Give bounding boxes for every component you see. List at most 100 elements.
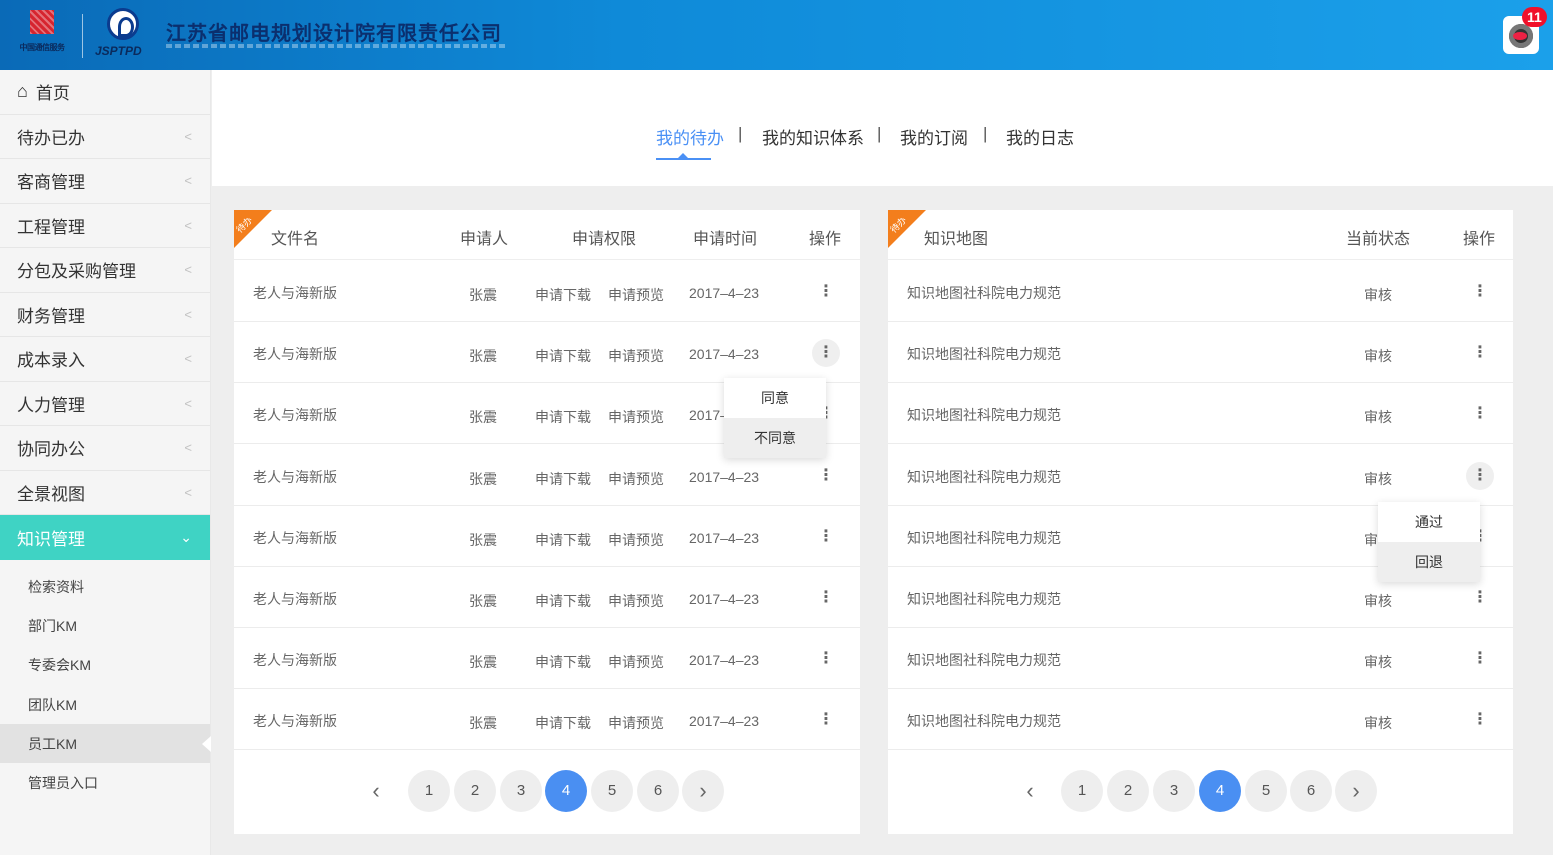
sidebar-item-procurement[interactable]: 分包及采购管理 < bbox=[0, 248, 210, 293]
pagination-page[interactable]: 3 bbox=[500, 770, 542, 812]
file-name[interactable]: 老人与海新版 bbox=[253, 467, 337, 487]
sidebar-subitem-department-km[interactable]: 部门KM bbox=[0, 606, 210, 646]
sidebar-item-label: 成本录入 bbox=[17, 351, 85, 371]
applicant: 张震 bbox=[469, 593, 497, 609]
pagination-page[interactable]: 2 bbox=[454, 770, 496, 812]
more-vertical-icon[interactable]: ⋮ bbox=[812, 584, 840, 612]
tab-my-subscriptions[interactable]: 我的订阅 bbox=[900, 124, 968, 149]
sidebar-item-finance[interactable]: 财务管理 < bbox=[0, 292, 210, 337]
tab-my-knowledge[interactable]: 我的知识体系 bbox=[762, 124, 864, 149]
permission-download: 申请下载 bbox=[535, 287, 591, 303]
reject-option[interactable]: 回退 bbox=[1378, 542, 1480, 582]
pagination-page[interactable]: 6 bbox=[1290, 770, 1332, 812]
sidebar-item-cost[interactable]: 成本录入 < bbox=[0, 337, 210, 382]
pagination-page[interactable]: 5 bbox=[591, 770, 633, 812]
knowledge-map-name[interactable]: 知识地图社科院电力规范 bbox=[907, 283, 1061, 303]
tab-my-todo[interactable]: 我的待办 bbox=[656, 124, 724, 149]
sidebar-item-todo[interactable]: 待办已办 < bbox=[0, 114, 210, 159]
column-header-file: 文件名 bbox=[271, 231, 320, 248]
sidebar-subitem-search[interactable]: 检索资料 bbox=[0, 567, 210, 607]
tab-separator: | bbox=[983, 124, 988, 143]
file-name[interactable]: 老人与海新版 bbox=[253, 650, 337, 670]
sidebar-item-label: 客商管理 bbox=[17, 173, 85, 193]
pagination-page[interactable]: 2 bbox=[1107, 770, 1149, 812]
sidebar-subitem-team-km[interactable]: 团队KM bbox=[0, 685, 210, 725]
file-name[interactable]: 老人与海新版 bbox=[253, 283, 337, 303]
sidebar-subitem-committee-km[interactable]: 专委会KM bbox=[0, 645, 210, 686]
knowledge-map-name[interactable]: 知识地图社科院电力规范 bbox=[907, 589, 1061, 609]
pagination: ‹ 1 2 3 4 5 6 › bbox=[888, 770, 1513, 814]
sidebar-item-label: 财务管理 bbox=[17, 306, 85, 326]
file-name[interactable]: 老人与海新版 bbox=[253, 528, 337, 548]
file-name[interactable]: 老人与海新版 bbox=[253, 711, 337, 731]
more-vertical-icon[interactable]: ⋮ bbox=[1466, 400, 1494, 428]
review-action-menu: 通过 回退 bbox=[1378, 502, 1480, 582]
sidebar-item-overview[interactable]: 全景视图 < bbox=[0, 470, 210, 515]
pagination-prev[interactable]: ‹ bbox=[1009, 770, 1051, 812]
pagination-page[interactable]: 6 bbox=[637, 770, 679, 812]
more-vertical-icon[interactable]: ⋮ bbox=[812, 339, 840, 368]
table-row: 老人与海新版 张震 申请下载 申请预览 2017–4–23 ⋮ bbox=[234, 628, 860, 690]
table-header: 文件名 申请人 申请权限 申请时间 操作 bbox=[234, 210, 860, 260]
knowledge-map-name[interactable]: 知识地图社科院电力规范 bbox=[907, 650, 1061, 670]
china-comservice-logo-mark bbox=[30, 10, 54, 34]
more-vertical-icon[interactable]: ⋮ bbox=[812, 706, 840, 734]
tab-my-log[interactable]: 我的日志 bbox=[1006, 124, 1074, 149]
more-vertical-icon[interactable]: ⋮ bbox=[812, 462, 840, 490]
china-comservice-logo[interactable]: 中国通信服务 bbox=[12, 8, 72, 62]
more-vertical-icon[interactable]: ⋮ bbox=[1466, 339, 1494, 367]
approve-option[interactable]: 通过 bbox=[1378, 502, 1480, 542]
knowledge-map-name[interactable]: 知识地图社科院电力规范 bbox=[907, 528, 1061, 548]
sidebar-item-office[interactable]: 协同办公 < bbox=[0, 426, 210, 471]
permission-download: 申请下载 bbox=[535, 593, 591, 609]
pagination-page-current[interactable]: 4 bbox=[1199, 770, 1241, 812]
more-vertical-icon[interactable]: ⋮ bbox=[1466, 584, 1494, 612]
sidebar-item-label: 人力管理 bbox=[17, 395, 85, 415]
table-header: 知识地图 当前状态 操作 bbox=[888, 210, 1513, 260]
jsptpd-logo[interactable]: JSPTPD bbox=[95, 8, 155, 64]
more-vertical-icon[interactable]: ⋮ bbox=[812, 645, 840, 673]
sidebar-item-knowledge[interactable]: 知识管理 ⌄ bbox=[0, 515, 210, 560]
pagination-page-current[interactable]: 4 bbox=[545, 770, 587, 812]
file-name[interactable]: 老人与海新版 bbox=[253, 589, 337, 609]
column-header-time: 申请时间 bbox=[693, 231, 758, 248]
pagination-next[interactable]: › bbox=[682, 770, 724, 812]
file-name[interactable]: 老人与海新版 bbox=[253, 405, 337, 425]
knowledge-map-name[interactable]: 知识地图社科院电力规范 bbox=[907, 711, 1061, 731]
applicant: 张震 bbox=[469, 654, 497, 671]
sidebar-subitem-admin[interactable]: 管理员入口 bbox=[0, 763, 210, 803]
knowledge-map-name[interactable]: 知识地图社科院电力规范 bbox=[907, 467, 1061, 487]
company-english-name bbox=[166, 44, 506, 48]
tab-separator: | bbox=[738, 124, 743, 143]
pagination-page[interactable]: 1 bbox=[408, 770, 450, 812]
current-status: 审 bbox=[1364, 531, 1378, 548]
more-vertical-icon[interactable]: ⋮ bbox=[1466, 706, 1494, 734]
sidebar-item-projects[interactable]: 工程管理 < bbox=[0, 203, 210, 248]
sidebar-item-label: 全景视图 bbox=[17, 484, 85, 504]
file-name[interactable]: 老人与海新版 bbox=[253, 344, 337, 364]
pagination-prev[interactable]: ‹ bbox=[355, 770, 397, 812]
more-vertical-icon[interactable]: ⋮ bbox=[1466, 278, 1494, 306]
pagination-next[interactable]: › bbox=[1335, 770, 1377, 812]
sidebar-subitem-employee-km[interactable]: 员工KM bbox=[0, 724, 211, 764]
sidebar-item-vendors[interactable]: 客商管理 < bbox=[0, 159, 210, 204]
knowledge-map-name[interactable]: 知识地图社科院电力规范 bbox=[907, 344, 1061, 364]
sidebar-item-home[interactable]: ⌂ 首页 bbox=[0, 70, 210, 115]
request-time: 2017–4–23 bbox=[689, 591, 760, 607]
disagree-option[interactable]: 不同意 bbox=[724, 418, 826, 458]
more-vertical-icon[interactable]: ⋮ bbox=[1466, 461, 1494, 490]
sidebar-item-hr[interactable]: 人力管理 < bbox=[0, 381, 210, 426]
request-time: 2017–4–23 bbox=[689, 529, 760, 546]
knowledge-map-name[interactable]: 知识地图社科院电力规范 bbox=[907, 405, 1061, 425]
jsptpd-logo-mark bbox=[107, 8, 139, 40]
pagination-page[interactable]: 3 bbox=[1153, 770, 1195, 812]
more-vertical-icon[interactable]: ⋮ bbox=[812, 278, 840, 306]
more-vertical-icon[interactable]: ⋮ bbox=[1466, 645, 1494, 673]
request-time: 2017–4–23 bbox=[689, 652, 760, 669]
pagination-page[interactable]: 5 bbox=[1245, 770, 1287, 812]
notification-badge[interactable]: 11 bbox=[1522, 7, 1547, 27]
more-vertical-icon[interactable]: ⋮ bbox=[812, 523, 840, 551]
agree-option[interactable]: 同意 bbox=[724, 378, 826, 418]
pagination-page[interactable]: 1 bbox=[1061, 770, 1103, 812]
